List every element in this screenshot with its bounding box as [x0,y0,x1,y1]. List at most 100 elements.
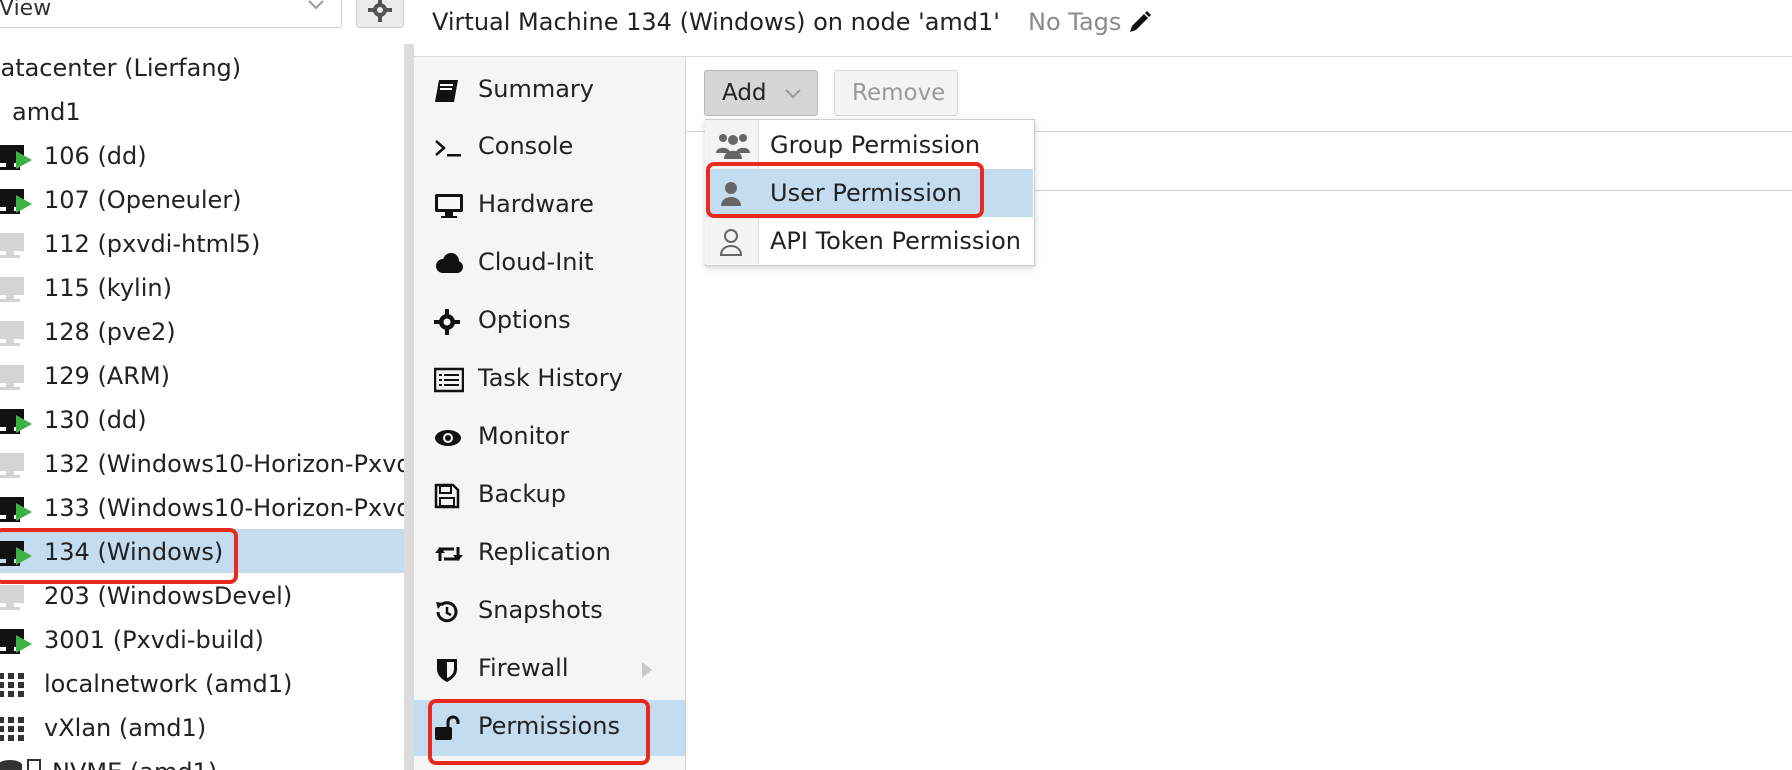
page-title: Virtual Machine 134 (Windows) on node 'a… [432,8,1000,36]
vm-stopped-icon [0,585,24,610]
add-button[interactable]: Add [704,70,818,116]
list-icon [434,367,464,393]
annotation-highlight-vm [0,528,238,584]
tree-item-label: 3001 (Pxvdi-build) [44,626,264,654]
nav-item-label: Console [478,132,574,160]
nav-item-firewall[interactable]: Firewall [414,642,685,698]
tree-item-label: localnetwork (amd1) [44,670,293,698]
vm-stopped-icon [0,365,24,390]
nav-item-replication[interactable]: Replication [414,526,685,582]
annotation-highlight-user-permission [706,162,984,218]
tree-item-vm[interactable]: 129 (ARM) [0,353,404,397]
tree-item-vm[interactable]: 128 (pve2) [0,309,404,353]
vm-stopped-icon [0,233,24,258]
network-grid-icon [0,717,24,741]
tree-item-label: vXlan (amd1) [44,714,207,742]
nav-item-snapshots[interactable]: Snapshots [414,584,685,640]
nav-item-label: Hardware [478,190,594,218]
nav-item-label: Cloud-Init [478,248,594,276]
floppy-icon [434,483,460,509]
terminal-icon [435,140,461,157]
nav-item-summary[interactable]: Summary [414,63,685,119]
tree-item-label: 133 (Windows10-Horizon-Pxvdi) [44,494,404,522]
tree-item-datacenter[interactable]: Datacenter (Lierfang) [0,45,404,89]
chevron-down-icon [308,0,324,10]
vm-stopped-icon [0,453,24,478]
vm-running-icon [0,497,32,522]
vm-running-icon [0,629,32,654]
tree-item-vm[interactable]: 112 (pxvdi-html5) [0,221,404,265]
expand-arrow-icon[interactable] [640,660,654,680]
tree-item-label: NVME (amd1) [52,758,217,770]
nav-item-hardware[interactable]: Hardware [414,178,685,234]
tree-item-vm[interactable]: 107 (Openeuler) [0,177,404,221]
tree-item-storage[interactable]: NVME (amd1) [0,749,404,770]
nav-item-label: Task History [478,364,623,392]
shield-icon [437,659,457,682]
tree-item-label: amd1 [12,98,81,126]
tree-item-label: 128 (pve2) [44,318,176,346]
resource-tree: View Datacenter (Lierfang) amd1 106 (dd)… [0,0,404,770]
nav-item-label: Summary [478,75,594,103]
view-selector-value: View [0,0,52,21]
pencil-icon[interactable] [1128,10,1152,34]
tree-item-label: 112 (pxvdi-html5) [44,230,261,258]
tree-item-label: 129 (ARM) [44,362,170,390]
nav-item-console[interactable]: Console [414,120,685,176]
tree-item-vm[interactable]: 115 (kylin) [0,265,404,309]
tree-item-network[interactable]: localnetwork (amd1) [0,661,404,705]
tree-item-vm[interactable]: 106 (dd) [0,133,404,177]
users-icon [716,134,750,159]
nav-item-label: Monitor [478,422,570,450]
vm-running-icon [0,409,32,434]
menu-item-label: API Token Permission [770,227,1021,255]
menu-item-label: Group Permission [770,131,981,159]
view-selector[interactable]: View [0,0,342,28]
retweet-icon [435,547,463,561]
nav-item-label: Firewall [478,654,569,682]
tree-item-label: 203 (WindowsDevel) [44,582,293,610]
vm-stopped-icon [0,277,24,302]
tree-item-network[interactable]: vXlan (amd1) [0,705,404,749]
tree-item-node[interactable]: amd1 [0,89,404,133]
book-icon [435,80,458,102]
nav-item-backup[interactable]: Backup [414,468,685,524]
tree-item-vm[interactable]: 130 (dd) [0,397,404,441]
remove-button[interactable]: Remove [834,70,958,116]
remove-button-label: Remove [852,80,946,106]
nav-item-task-history[interactable]: Task History [414,352,685,408]
desktop-icon [435,194,463,218]
cloud-icon [436,253,463,273]
tags-label: No Tags [1028,8,1122,36]
annotation-highlight-permissions [428,699,650,765]
nav-item-options[interactable]: Options [414,294,685,350]
grid-header-divider [1030,190,1792,191]
eye-icon [435,430,461,446]
nav-item-monitor[interactable]: Monitor [414,410,685,466]
menu-item-api-token-permission[interactable]: API Token Permission [706,217,1033,265]
tree-item-vm[interactable]: 132 (Windows10-Horizon-Pxvdi) [0,441,404,485]
user-outline-icon [719,229,743,256]
vm-stopped-icon [0,321,24,346]
tree-item-label: 106 (dd) [44,142,147,170]
nav-item-label: Backup [478,480,566,508]
tree-item-label: 115 (kylin) [44,274,172,302]
tree-item-label: 107 (Openeuler) [44,186,242,214]
vm-running-icon [0,189,32,214]
tree-item-label: 130 (dd) [44,406,147,434]
nav-item-label: Options [478,306,571,334]
gear-icon [434,309,460,335]
gear-icon [368,0,392,22]
tree-item-vm[interactable]: 3001 (Pxvdi-build) [0,617,404,661]
tree-item-vm[interactable]: 133 (Windows10-Horizon-Pxvdi) [0,485,404,529]
nav-item-label: Replication [478,538,611,566]
history-icon [436,601,458,623]
vm-running-icon [0,145,32,170]
nav-item-cloud-init[interactable]: Cloud-Init [414,236,685,292]
add-button-label: Add [722,80,767,106]
tree-item-label: 132 (Windows10-Horizon-Pxvdi) [44,450,404,478]
storage-icon [0,759,41,770]
panel-splitter[interactable] [404,44,414,770]
tree-settings-button[interactable] [356,0,404,28]
nav-item-label: Snapshots [478,596,603,624]
